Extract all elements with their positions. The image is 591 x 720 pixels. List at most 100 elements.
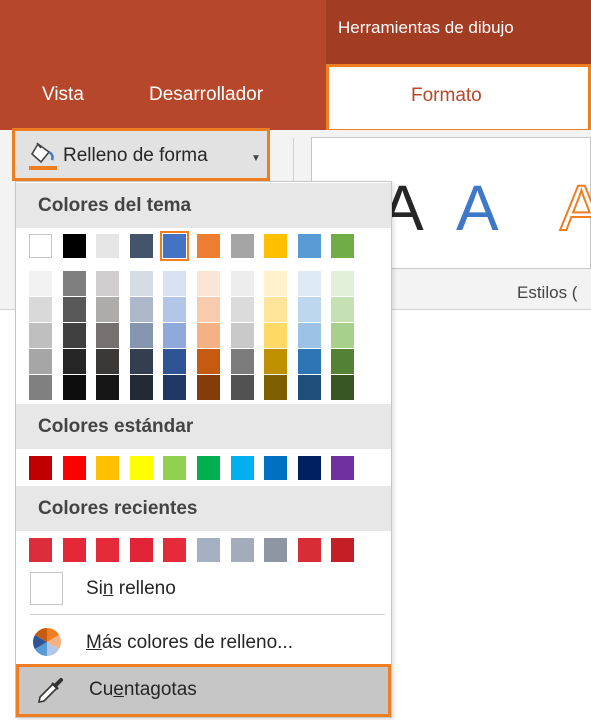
recent-color-swatch-10[interactable] (331, 538, 355, 562)
theme-shade-swatch[interactable] (129, 349, 153, 374)
standard-color-swatch-10[interactable] (331, 456, 355, 480)
theme-shade-swatch[interactable] (264, 271, 288, 296)
recent-color-swatch-2[interactable] (62, 538, 86, 562)
theme-shade-swatch[interactable] (129, 323, 153, 348)
theme-shade-swatch[interactable] (297, 323, 321, 348)
theme-shade-swatch[interactable] (230, 271, 254, 296)
wordart-style-orange-outline[interactable]: A (559, 175, 591, 241)
dropdown-arrow-icon[interactable]: ▼ (251, 153, 261, 164)
theme-shade-swatch[interactable] (29, 297, 52, 322)
theme-shade-swatch[interactable] (197, 323, 220, 348)
no-fill-swatch-icon (30, 572, 63, 605)
theme-shade-swatch[interactable] (230, 375, 254, 400)
theme-shade-swatch[interactable] (264, 297, 288, 322)
theme-shade-swatch[interactable] (163, 375, 187, 400)
theme-shade-swatch[interactable] (230, 323, 254, 348)
recent-color-swatch-5[interactable] (163, 538, 187, 562)
standard-color-swatch-1[interactable] (29, 456, 52, 480)
theme-color-swatch-9[interactable] (297, 234, 321, 258)
theme-color-swatch-7[interactable] (230, 234, 254, 258)
wordart-style-blue[interactable]: A (456, 176, 499, 240)
theme-color-swatch-5[interactable] (160, 231, 190, 261)
theme-shade-swatch[interactable] (96, 271, 120, 296)
standard-color-swatch-4[interactable] (129, 456, 153, 480)
theme-shade-swatch[interactable] (230, 297, 254, 322)
shape-fill-dropdown: Colores del tema Colores estándar Colore… (15, 181, 392, 718)
theme-shade-swatch[interactable] (297, 271, 321, 296)
theme-shade-swatch[interactable] (96, 349, 120, 374)
theme-shade-swatch[interactable] (163, 349, 187, 374)
theme-shade-swatch[interactable] (331, 375, 355, 400)
theme-shade-swatch[interactable] (62, 375, 86, 400)
tab-desarrollador[interactable]: Desarrollador (149, 84, 263, 106)
theme-shade-swatch[interactable] (29, 323, 52, 348)
theme-color-swatch-1[interactable] (29, 234, 52, 258)
recent-color-swatch-8[interactable] (264, 538, 288, 562)
recent-color-swatch-9[interactable] (297, 538, 321, 562)
context-tab-header-label: Herramientas de dibujo (338, 18, 514, 37)
theme-shade-swatch[interactable] (62, 323, 86, 348)
theme-shade-swatch[interactable] (297, 375, 321, 400)
more-fill-colors-item[interactable]: Más colores de relleno... (16, 618, 391, 668)
theme-shade-swatch[interactable] (331, 297, 355, 322)
recent-color-swatch-3[interactable] (96, 538, 120, 562)
theme-shade-swatch[interactable] (62, 297, 86, 322)
standard-color-swatch-2[interactable] (62, 456, 86, 480)
theme-shade-swatch[interactable] (29, 271, 52, 296)
theme-shade-swatch[interactable] (129, 271, 153, 296)
theme-shade-swatch[interactable] (264, 349, 288, 374)
theme-shade-swatch[interactable] (163, 271, 187, 296)
standard-color-swatch-7[interactable] (230, 456, 254, 480)
standard-color-swatch-5[interactable] (163, 456, 187, 480)
recent-colors-title: Colores recientes (38, 498, 198, 519)
tab-vista[interactable]: Vista (42, 84, 84, 106)
theme-shade-swatch[interactable] (62, 271, 86, 296)
theme-shade-swatch[interactable] (29, 349, 52, 374)
theme-shade-swatch[interactable] (297, 349, 321, 374)
theme-shade-swatch[interactable] (197, 297, 220, 322)
theme-shade-swatch[interactable] (331, 323, 355, 348)
theme-shade-swatch[interactable] (230, 349, 254, 374)
theme-shade-swatch[interactable] (129, 297, 153, 322)
theme-colors-title: Colores del tema (38, 195, 192, 216)
theme-shade-swatch[interactable] (129, 375, 153, 400)
shape-fill-button[interactable]: Relleno de forma ▼ (12, 128, 270, 181)
theme-color-swatch-8[interactable] (264, 234, 288, 258)
theme-shade-swatch[interactable] (331, 271, 355, 296)
paint-bucket-icon (29, 142, 57, 170)
recent-color-swatch-4[interactable] (129, 538, 153, 562)
theme-shade-swatch[interactable] (264, 375, 288, 400)
theme-shade-swatch[interactable] (197, 375, 220, 400)
standard-colors-header: Colores estándar (16, 404, 391, 449)
theme-shade-swatch[interactable] (197, 349, 220, 374)
standard-color-swatch-9[interactable] (297, 456, 321, 480)
theme-color-swatch-10[interactable] (331, 234, 355, 258)
theme-shade-swatch[interactable] (264, 323, 288, 348)
theme-shade-swatch[interactable] (163, 297, 187, 322)
standard-colors-title: Colores estándar (38, 416, 194, 437)
theme-color-swatch-4[interactable] (129, 234, 153, 258)
recent-color-swatch-6[interactable] (197, 538, 220, 562)
no-fill-item[interactable]: Sin relleno (16, 564, 391, 614)
theme-shade-swatch[interactable] (96, 375, 120, 400)
theme-color-swatch-6[interactable] (197, 234, 220, 258)
theme-shade-swatch[interactable] (29, 375, 52, 400)
more-fill-colors-label: Más colores de relleno... (86, 632, 293, 653)
recent-color-swatch-7[interactable] (230, 538, 254, 562)
theme-shade-swatch[interactable] (96, 297, 120, 322)
recent-color-swatch-1[interactable] (29, 538, 52, 562)
standard-color-swatch-3[interactable] (96, 456, 120, 480)
theme-shade-swatch[interactable] (163, 323, 187, 348)
theme-shade-swatch[interactable] (96, 323, 120, 348)
standard-color-swatch-8[interactable] (264, 456, 288, 480)
theme-color-swatch-3[interactable] (96, 234, 120, 258)
standard-color-swatch-6[interactable] (197, 456, 220, 480)
tab-formato[interactable]: Formato (326, 64, 591, 132)
theme-shade-swatch[interactable] (197, 271, 220, 296)
theme-shade-swatch[interactable] (331, 349, 355, 374)
theme-shade-swatch[interactable] (297, 297, 321, 322)
eyedropper-item[interactable]: Cuentagotas (16, 664, 391, 717)
shape-fill-label: Relleno de forma (63, 145, 208, 166)
theme-color-swatch-2[interactable] (62, 234, 86, 258)
theme-shade-swatch[interactable] (62, 349, 86, 374)
